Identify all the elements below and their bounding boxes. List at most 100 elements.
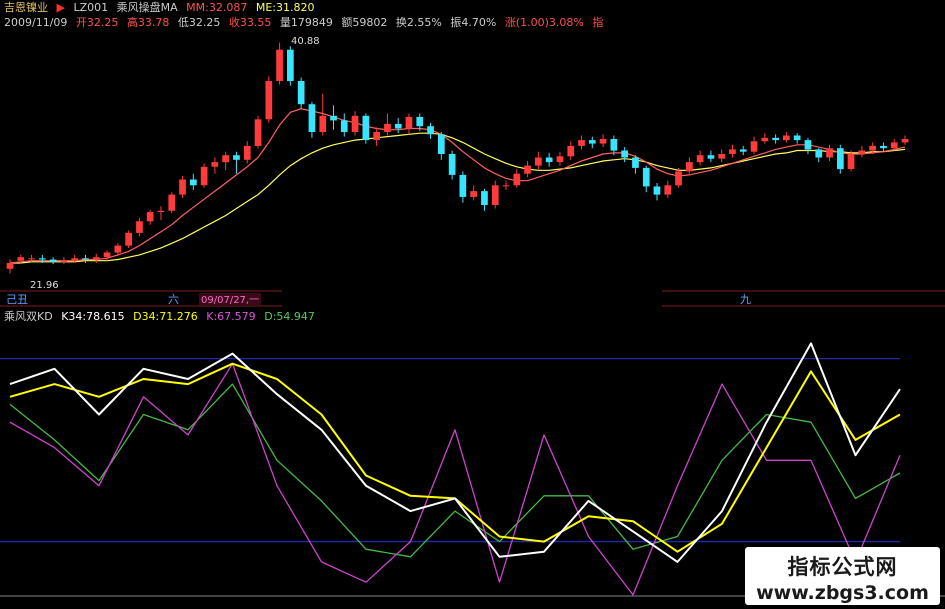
- candle-body: [481, 191, 488, 205]
- candle-body: [653, 186, 661, 195]
- candle-body: [729, 149, 736, 154]
- candle-body: [588, 140, 596, 144]
- chart-canvas: 己丑 六 09/07/27,一 九 40.88 21.96: [0, 0, 945, 609]
- candle-body: [632, 157, 639, 168]
- candle-body: [772, 137, 779, 141]
- kd-name[interactable]: 乘风双KD: [4, 310, 53, 323]
- candle-body: [146, 212, 154, 222]
- candle-body: [502, 185, 510, 187]
- candle-body: [254, 119, 262, 146]
- candle-body: [211, 162, 219, 167]
- candle-body: [642, 167, 650, 187]
- candle-body: [17, 257, 25, 261]
- candle-body: [190, 179, 197, 186]
- candle-body: [384, 123, 391, 132]
- candle-body: [362, 115, 370, 141]
- candle-body: [168, 194, 176, 211]
- candle-body: [287, 49, 294, 81]
- candle-body: [837, 148, 844, 170]
- candle-body: [696, 155, 704, 163]
- close-value: 收33.55: [228, 16, 272, 29]
- candle-body: [103, 252, 111, 258]
- candle-body: [416, 116, 424, 127]
- candle-body: [308, 104, 316, 132]
- candle[interactable]: [265, 76, 273, 123]
- candle-body: [847, 154, 855, 170]
- candle-body: [448, 154, 456, 175]
- candle-body: [739, 149, 747, 152]
- candle-body: [459, 174, 467, 197]
- candle-body: [491, 185, 499, 205]
- candle-body: [330, 115, 337, 121]
- candle-body: [890, 142, 898, 149]
- me-value: ME:31.820: [255, 1, 315, 14]
- candle-body: [901, 139, 909, 143]
- amount-value: 额59802: [341, 16, 388, 29]
- candle-body: [783, 135, 790, 141]
- candle-body: [664, 185, 672, 195]
- sep-label-left: 己丑: [6, 293, 28, 306]
- candle[interactable]: [287, 46, 294, 86]
- candle-body: [610, 139, 618, 151]
- amplitude-value: 振4.70%: [450, 16, 497, 29]
- high-value: 高33.78: [126, 16, 170, 29]
- candle-body: [793, 135, 801, 141]
- candle-body: [621, 150, 628, 158]
- candle-body: [675, 171, 682, 186]
- watermark: 指标公式网 www.zbgs3.com: [745, 547, 940, 605]
- indicator-name[interactable]: 乘风操盘MA: [117, 1, 178, 14]
- sep-label-mid: 六: [168, 293, 179, 306]
- candle-body: [49, 259, 57, 262]
- k-value: K:67.579: [206, 310, 256, 323]
- candle-body: [869, 145, 876, 151]
- candle-body: [394, 123, 402, 129]
- candle[interactable]: [297, 77, 305, 109]
- candle-body: [535, 157, 542, 166]
- candle[interactable]: [362, 113, 370, 144]
- candle-body: [71, 258, 79, 261]
- candle-body: [761, 137, 769, 142]
- candle-body: [222, 155, 229, 163]
- candle[interactable]: [254, 115, 262, 149]
- candle-body: [524, 165, 531, 174]
- candle-body: [373, 132, 380, 141]
- mm-value: MM:32.087: [186, 1, 248, 14]
- candle-body: [82, 258, 89, 260]
- candle[interactable]: [125, 230, 132, 248]
- candle-body: [92, 257, 100, 260]
- arrow-icon[interactable]: ▶: [57, 1, 65, 14]
- candle-body: [599, 139, 607, 144]
- candle-body: [545, 157, 553, 163]
- candle-body: [567, 145, 575, 157]
- d-value: D:54.947: [264, 310, 315, 323]
- more-value: 指: [592, 16, 604, 29]
- candle-body: [513, 173, 521, 186]
- open-value: 开32.25: [75, 16, 119, 29]
- candle-body: [265, 81, 273, 120]
- candle-body: [826, 148, 833, 158]
- candle[interactable]: [200, 163, 208, 188]
- turnover-value: 换2.55%: [395, 16, 442, 29]
- stock-name[interactable]: 吉恩镍业: [4, 1, 48, 14]
- candle-body: [297, 81, 305, 105]
- k34-value: K34:78.615: [61, 310, 125, 323]
- candle-body: [233, 155, 240, 160]
- candle-body: [351, 115, 359, 132]
- candle-body: [707, 155, 715, 159]
- price-low-label: 21.96: [30, 280, 59, 291]
- candle-body: [470, 191, 477, 197]
- candle-body: [880, 145, 887, 149]
- kd-header: 乘风双KD K34:78.615 D34:71.276 K:67.579 D:5…: [4, 310, 320, 323]
- candle-body: [179, 179, 186, 195]
- candle-body: [556, 156, 564, 163]
- header-line-1: 吉恩镍业 ▶ LZ001 乘风操盘MA MM:32.087 ME:31.820: [4, 1, 319, 14]
- sep-label-right: 九: [740, 293, 751, 306]
- watermark-title: 指标公式网: [787, 555, 898, 579]
- candle-body: [125, 232, 132, 246]
- candle[interactable]: [168, 192, 176, 214]
- candle-body: [60, 260, 68, 262]
- candle-body: [28, 258, 35, 260]
- candle-body: [750, 141, 758, 152]
- sep-date-tag: 09/07/27,一: [201, 295, 259, 306]
- volume-value: 量179849: [279, 16, 333, 29]
